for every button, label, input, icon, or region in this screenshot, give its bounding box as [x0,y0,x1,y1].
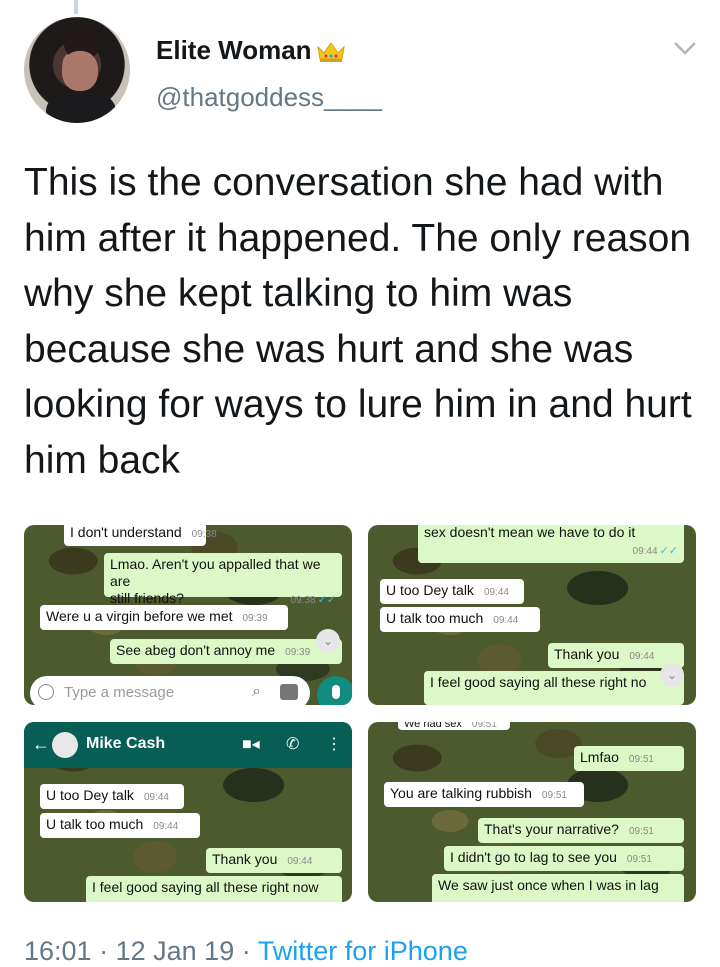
camera-icon[interactable] [280,684,298,700]
thread-line [74,0,78,14]
video-icon[interactable]: ■◂ [242,734,260,754]
message-bubble: Thank you 09:44 [548,643,684,668]
mic-icon[interactable] [317,676,352,705]
message-bubble: I don't understand 09:38 [64,525,217,546]
more-icon[interactable]: ⋮ [326,734,342,754]
scroll-down-icon[interactable]: ⌄ [660,663,684,687]
crown-icon [316,41,345,62]
message-bubble: Were u a virgin before we met 09:39 [40,605,288,630]
message-bubble: Lmfao 09:51 [574,746,684,771]
message-placeholder: Type a message [64,684,175,701]
screenshot-panel-3: ← Mike Cash ■◂ ✆ ⋮ U too Dey talk 09:44 U… [24,722,352,902]
message-bubble: sex doesn't mean we have to do it 09:44 ✓… [418,525,684,563]
author-row: Elite Woman [156,35,346,66]
chevron-down-icon[interactable] [672,38,698,58]
separator: · [99,936,109,966]
screenshot-panel-1: I don't understand 09:38 Lmao. Aren't you… [24,525,352,705]
message-bubble: See abeg don't annoy me 09:39 [110,639,342,664]
screenshot-panel-2: sex doesn't mean we have to do it 09:44 ✓… [368,525,696,705]
contact-avatar[interactable] [52,732,78,758]
attach-icon[interactable]: ⌕ [252,683,261,701]
message-bubble: U too Dey talk 09:44 [380,579,524,604]
message-bubble: We had sex 09:51 [398,722,510,730]
avatar[interactable] [24,17,130,123]
tweet-date: 12 Jan 19 [115,936,235,966]
tweet-footer: 16:01 · 12 Jan 19 · Twitter for iPhone [24,936,468,967]
screenshot-panel-4: We had sex 09:51 Lmfao 09:51 You are talki… [368,722,696,902]
read-ticks: ✓✓ [659,545,678,557]
message-bubble: I didn't go to lag to see you 09:51 [444,846,684,871]
handle[interactable]: @thatgoddess____ [156,82,382,113]
message-bubble: U talk too much 09:44 [380,607,540,632]
smiley-icon[interactable] [38,684,54,700]
message-bubble: Lmao. Aren't you appalled that we are st… [104,553,342,606]
tweet-source-link[interactable]: Twitter for iPhone [258,936,468,966]
message-bubble: U talk too much 09:44 [40,813,200,838]
call-icon[interactable]: ✆ [286,734,299,754]
back-arrow-icon[interactable]: ← [32,734,50,755]
message-bubble: I feel good saying all these right now [86,876,342,902]
display-name[interactable]: Elite Woman [156,35,312,66]
chat-header: ← Mike Cash ■◂ ✆ ⋮ [24,722,352,768]
message-input[interactable]: Type a message ⌕ [30,676,310,705]
separator: · [241,936,251,966]
message-bubble: I feel good saying all these right no [424,671,684,705]
scroll-down-icon[interactable]: ⌄ [316,629,340,653]
tweet-time: 16:01 [24,936,92,966]
message-bubble: You are talking rubbish 09:51 [384,782,584,807]
contact-name[interactable]: Mike Cash [86,735,165,753]
tweet-text: This is the conversation she had with hi… [24,161,692,482]
message-bubble: U too Dey talk 09:44 [40,784,184,809]
message-bubble: Thank you 09:44 [206,848,342,873]
read-ticks: ✓✓ [317,594,336,606]
message-bubble: That's your narrative? 09:51 [478,818,684,843]
message-bubble: We saw just once when I was in lag [432,874,684,902]
